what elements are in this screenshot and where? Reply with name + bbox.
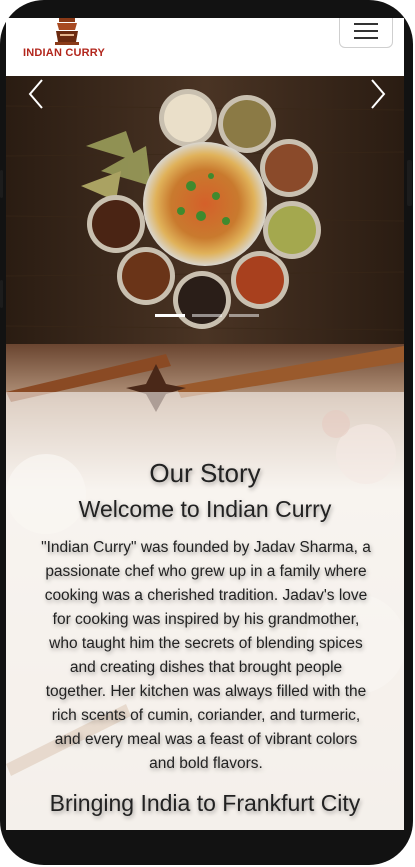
brand-name[interactable]: INDIAN CURRY [23, 47, 105, 59]
carousel-indicators [155, 314, 259, 318]
menu-toggle-button[interactable] [339, 18, 393, 48]
chevron-left-icon[interactable] [26, 76, 48, 112]
hamburger-menu-icon [354, 37, 378, 39]
hamburger-menu-icon [354, 23, 378, 25]
welcome-heading: Welcome to Indian Curry [78, 496, 332, 522]
carousel-indicator[interactable] [155, 314, 185, 317]
frankfurt-heading: Bringing India to Frankfurt City [49, 790, 361, 816]
hero-carousel[interactable] [6, 76, 404, 344]
story-paragraph: "Indian Curry" was founded by Jadav Shar… [41, 539, 371, 772]
spices-biryani-image [6, 76, 404, 344]
screen: INDIAN CURRY Our Story Welcome to Indian… [6, 18, 404, 830]
carousel-indicator[interactable] [192, 314, 222, 317]
side-button [0, 170, 3, 198]
side-button [407, 160, 412, 206]
our-story-section: Our Story Welcome to Indian Curry "India… [6, 344, 404, 830]
side-button [0, 280, 3, 308]
chevron-right-icon[interactable] [366, 76, 388, 112]
navbar: INDIAN CURRY [6, 18, 404, 76]
hamburger-menu-icon [354, 30, 378, 32]
story-heading: Our Story [149, 458, 261, 488]
carousel-indicator[interactable] [229, 314, 259, 317]
